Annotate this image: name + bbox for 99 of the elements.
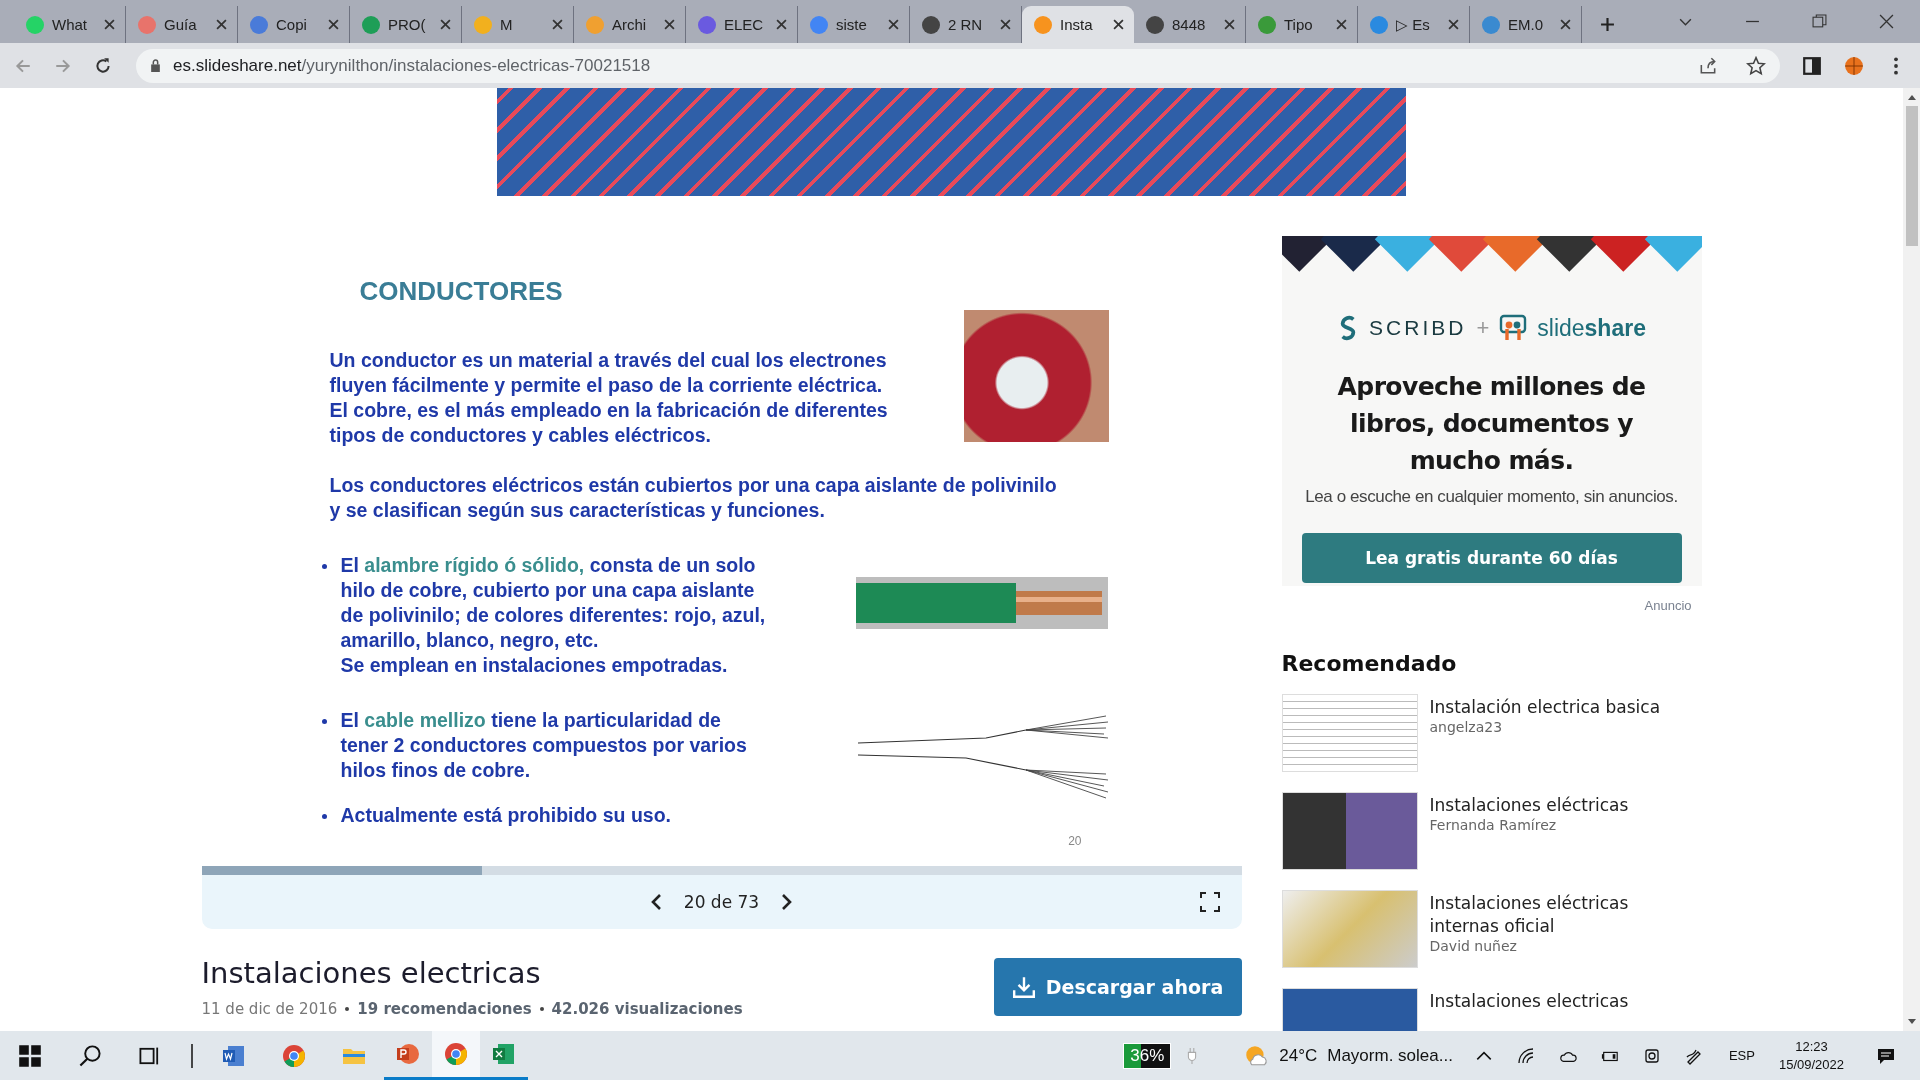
clock-date[interactable]: 15/09/2022 — [1778, 1055, 1844, 1074]
address-bar[interactable]: es.slideshare.net/yurynilthon/instalaciones-electricas-70021518 — [136, 48, 1780, 83]
clock-time[interactable]: 12:23 — [1795, 1037, 1828, 1056]
site-icon — [362, 15, 380, 34]
plus-icon[interactable] — [1600, 17, 1615, 32]
wifi-icon[interactable] — [1516, 1046, 1535, 1065]
recommendation-title[interactable]: Instalaciones eléctricas internas oficial — [1429, 892, 1700, 938]
divider-icon — [190, 1043, 194, 1068]
slide-title: CONDUCTORES — [358, 276, 564, 306]
page-counter: 20 de 73 — [683, 892, 760, 912]
input-language[interactable]: ESP — [1728, 1048, 1755, 1063]
search-icon[interactable] — [78, 1043, 102, 1068]
author-name: angelza23 — [1429, 719, 1504, 735]
scrollbar-thumb[interactable] — [1905, 106, 1918, 246]
close-icon[interactable] — [888, 19, 899, 30]
site-icon — [586, 15, 604, 34]
close-icon[interactable] — [1448, 19, 1459, 30]
progress-track[interactable] — [201, 866, 1242, 875]
author-name: David nuñez — [1429, 938, 1518, 954]
recommendation-title[interactable]: Instalaciones electricas — [1429, 990, 1700, 1013]
close-icon[interactable] — [1879, 14, 1894, 29]
excel-app-icon[interactable] — [492, 1042, 516, 1066]
powerpoint-app-icon[interactable] — [396, 1042, 420, 1066]
bullet-icon — [321, 719, 327, 724]
page-number: 20 — [1068, 833, 1082, 850]
separator-dot-icon — [539, 1007, 544, 1011]
scroll-down-icon[interactable] — [1907, 1019, 1916, 1025]
camera-icon[interactable] — [1642, 1046, 1661, 1065]
bullet-icon — [321, 814, 327, 819]
close-icon[interactable] — [776, 19, 787, 30]
document-title: Instalaciones electricas — [201, 956, 542, 990]
plus-sign: + — [1476, 315, 1490, 341]
close-icon[interactable] — [216, 19, 227, 30]
close-icon[interactable] — [1336, 19, 1347, 30]
scroll-up-icon[interactable] — [1907, 94, 1916, 100]
recommendation-count: 19 recomendaciones — [357, 1000, 532, 1018]
site-icon — [922, 15, 940, 34]
fullscreen-icon[interactable] — [1199, 892, 1220, 912]
close-icon[interactable] — [440, 19, 451, 30]
star-icon[interactable] — [1746, 55, 1766, 76]
site-icon — [474, 15, 492, 34]
close-icon[interactable] — [664, 19, 675, 30]
slide-bullet-text: Actualmente está prohibido su uso. — [340, 803, 672, 828]
slide-paragraph: Los conductores eléctricos están cubiertos por una capa aislante de polivinilo y se clasifican según sus características y funciones. — [329, 473, 1058, 523]
close-icon[interactable] — [328, 19, 339, 30]
weather-text[interactable]: Mayorm. solea... — [1327, 1045, 1453, 1066]
recommendation-title[interactable]: Instalaciones eléctricas — [1429, 794, 1700, 817]
side-panel-icon[interactable] — [1802, 55, 1822, 76]
thumbnail-placeholder[interactable] — [1281, 792, 1418, 870]
windows-start-icon[interactable] — [18, 1043, 42, 1068]
close-icon[interactable] — [1224, 19, 1235, 30]
brand-name: slideshare — [1537, 314, 1646, 342]
chevron-right-icon[interactable] — [781, 893, 794, 911]
temperature[interactable]: 24°C — [1279, 1045, 1318, 1066]
logo-icon — [1499, 314, 1528, 342]
brand-name: SCRIBD — [1369, 316, 1467, 340]
ad-subtitle: Lea o escuche en cualquier momento, sin anuncios. — [1305, 487, 1678, 507]
section-heading: Recomendado — [1281, 651, 1458, 676]
download-icon — [1011, 975, 1036, 999]
close-icon[interactable] — [1113, 19, 1124, 30]
site-icon — [1146, 15, 1164, 34]
publish-date: 11 de dic de 2016 — [201, 1000, 338, 1018]
view-count: 42.026 visualizaciones — [551, 1000, 743, 1018]
site-icon — [810, 15, 828, 34]
close-icon[interactable] — [104, 19, 115, 30]
bullet-icon — [321, 564, 327, 569]
thumbnail-placeholder[interactable] — [1281, 890, 1418, 968]
profile-avatar-icon[interactable] — [1844, 55, 1864, 76]
lock-icon — [150, 59, 161, 72]
word-app-icon[interactable] — [222, 1043, 246, 1068]
close-icon[interactable] — [1000, 19, 1011, 30]
site-icon — [698, 15, 716, 34]
trial-button[interactable]: Lea gratis durante 60 días — [1301, 533, 1682, 583]
site-icon — [1258, 15, 1276, 34]
site-icon — [1370, 15, 1388, 34]
site-icon — [1034, 15, 1052, 34]
browser-tab[interactable]: Insta — [1022, 6, 1134, 43]
author-name: Fernanda Ramírez — [1429, 817, 1558, 833]
chrome-icon[interactable] — [282, 1043, 306, 1068]
ad-headline: Aproveche millones de libros, documentos y mucho más. — [1336, 371, 1647, 477]
site-icon — [138, 15, 156, 34]
site-icon — [250, 15, 268, 34]
reload-icon[interactable] — [94, 56, 112, 75]
share-icon[interactable] — [1698, 55, 1718, 76]
separator-dot-icon — [345, 1007, 350, 1011]
restore-icon[interactable] — [1812, 14, 1827, 29]
download-button[interactable]: Descargar ahora — [993, 958, 1242, 1016]
chevron-left-icon[interactable] — [649, 893, 662, 911]
site-icon — [1482, 15, 1500, 34]
ad-label: Anuncio — [1644, 598, 1692, 613]
slide-paragraph: Un conductor es un material a través del cual los electrones fluyen fácilmente y permite el paso de la corriente eléctrica. El cobre, es el más empleado en la fabricación de diferentes tipos de conductores y cables eléctricos. — [329, 348, 889, 448]
close-icon[interactable] — [552, 19, 563, 30]
thumbnail-placeholder[interactable] — [1281, 694, 1418, 772]
site-icon — [26, 15, 44, 34]
recommendation-title[interactable]: Instalación electrica basica — [1429, 696, 1700, 719]
slide-bullet-text: El alambre rígido ó sólido, consta de un solo hilo de cobre, cubierto por una capa aislante de polivinilo; de colores diferentes: rojo, azul, amarillo, blanco, negro, etc. Se emplean en instalaciones empotradas. — [340, 553, 767, 678]
chrome-icon[interactable] — [444, 1042, 468, 1066]
slide-bullet-text: El cable mellizo tiene la particularidad de tener 2 conductores compuestos por varios hilos finos de cobre. — [340, 708, 748, 783]
close-icon[interactable] — [1560, 19, 1571, 30]
